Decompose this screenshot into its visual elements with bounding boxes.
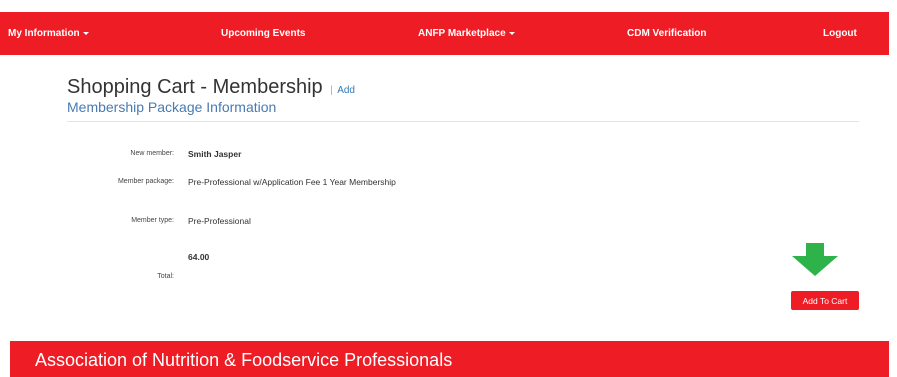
total-label: Total: [157, 273, 174, 280]
add-link[interactable]: Add [337, 85, 355, 96]
nav-logout[interactable]: Logout [823, 12, 857, 55]
member-package-value: Pre-Professional w/Application Fee 1 Yea… [188, 177, 396, 187]
footer-org-name: Association of Nutrition & Foodservice P… [35, 350, 453, 370]
footer-banner: Association of Nutrition & Foodservice P… [10, 341, 889, 377]
nav-anfp-marketplace[interactable]: ANFP Marketplace [418, 12, 515, 55]
nav-cdm-verification[interactable]: CDM Verification [627, 12, 706, 55]
total-value: 64.00 [188, 252, 210, 262]
section-divider [67, 121, 859, 122]
down-arrow-icon [792, 243, 838, 276]
member-type-label: Member type: [131, 217, 174, 224]
caret-down-icon [508, 31, 515, 35]
top-navbar: My Information Upcoming Events ANFP Mark… [0, 12, 889, 55]
nav-my-information-label: My Information [8, 28, 80, 39]
nav-cdm-verification-label: CDM Verification [627, 28, 707, 39]
new-member-value: Smith Jasper [188, 149, 242, 159]
title-separator: | [330, 85, 333, 96]
nav-upcoming-events[interactable]: Upcoming Events [221, 12, 305, 55]
member-package-label: Member package: [117, 178, 174, 185]
new-member-label: New member: [130, 150, 174, 157]
nav-upcoming-events-label: Upcoming Events [221, 28, 306, 39]
page-title-row: Shopping Cart - Membership | Add [67, 76, 355, 99]
nav-logout-label: Logout [823, 28, 857, 39]
page-title: Shopping Cart - Membership [67, 76, 323, 98]
add-to-cart-button[interactable]: Add To Cart [791, 291, 859, 310]
nav-anfp-marketplace-label: ANFP Marketplace [418, 28, 506, 39]
nav-my-information[interactable]: My Information [8, 12, 89, 55]
section-subtitle: Membership Package Information [67, 99, 277, 115]
member-type-value: Pre-Professional [188, 216, 251, 226]
caret-down-icon [82, 31, 89, 35]
